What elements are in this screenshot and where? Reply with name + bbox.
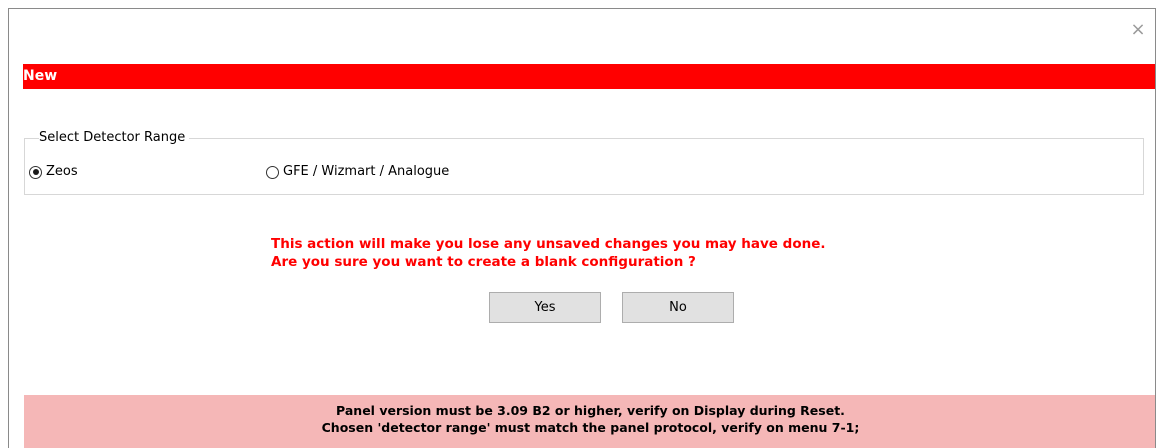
detector-range-group: Select Detector Range Zeos GFE / Wizmart…: [24, 129, 1144, 195]
info-line-1: Panel version must be 3.09 B2 or higher,…: [336, 403, 845, 418]
info-banner: Panel version must be 3.09 B2 or higher,…: [24, 395, 1155, 448]
dialog-title: New: [23, 68, 58, 84]
title-bar: New: [23, 64, 1155, 89]
warning-line-2: Are you sure you want to create a blank …: [271, 254, 696, 270]
yes-button[interactable]: Yes: [489, 292, 601, 323]
info-line-2: Chosen 'detector range' must match the p…: [321, 420, 860, 435]
detector-range-label: Select Detector Range: [39, 129, 190, 147]
warning-message: This action will make you lose any unsav…: [271, 235, 826, 271]
info-text: Panel version must be 3.09 B2 or higher,…: [24, 402, 1155, 436]
new-configuration-dialog: × New Select Detector Range Zeos GFE / W…: [8, 8, 1156, 448]
radio-gfe-wizmart-analogue[interactable]: GFE / Wizmart / Analogue: [266, 163, 449, 181]
radio-zeos-label: Zeos: [46, 164, 78, 179]
warning-line-1: This action will make you lose any unsav…: [271, 236, 826, 252]
radio-zeos-indicator[interactable]: [29, 165, 42, 179]
radio-gfe-indicator[interactable]: [266, 165, 279, 179]
no-button[interactable]: No: [622, 292, 734, 323]
radio-zeos[interactable]: Zeos: [29, 163, 78, 181]
close-icon[interactable]: ×: [1127, 19, 1149, 41]
radio-gfe-label: GFE / Wizmart / Analogue: [283, 164, 450, 179]
